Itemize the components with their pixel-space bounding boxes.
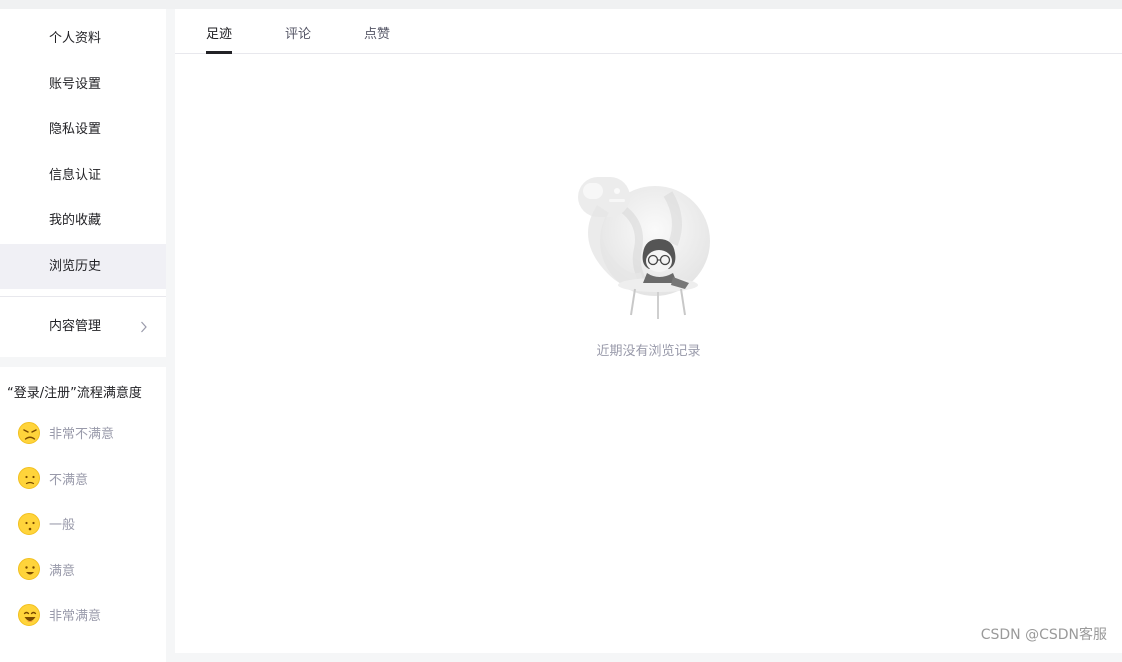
chevron-right-icon — [140, 297, 148, 383]
tab-footprints[interactable]: 足迹 — [206, 23, 232, 42]
empty-state-text: 近期没有浏览记录 — [596, 344, 701, 359]
sidebar-item-content-manage[interactable]: 内容管理 — [0, 297, 166, 357]
survey-title: “登录/注册”流程满意度 — [7, 386, 142, 401]
main-panel: 足迹 评论 点赞 近期没有浏览记录 CSDN @CSDN客服 — [175, 9, 1122, 653]
sidebar-item-privacy-settings[interactable]: 隐私设置 — [0, 107, 166, 153]
smile-face-icon — [18, 558, 40, 581]
top-strip — [0, 0, 1122, 9]
sidebar-item-verification[interactable]: 信息认证 — [0, 153, 166, 199]
sidebar-divider — [0, 289, 166, 297]
empty-state-illustration — [573, 169, 713, 323]
survey-option-very-satisfied[interactable]: 非常满意 — [0, 592, 166, 638]
angry-face-icon — [18, 421, 40, 444]
sidebar-item-browse-history[interactable]: 浏览历史 — [0, 243, 166, 289]
sidebar: 个人资料 账号设置 隐私设置 信息认证 我的收藏 浏览历史 内容管理 “登录/注… — [0, 9, 166, 662]
sidebar-item-label: 内容管理 — [49, 319, 102, 334]
sidebar-nav: 个人资料 账号设置 隐私设置 信息认证 我的收藏 浏览历史 内容管理 — [0, 9, 166, 357]
neutral-face-icon — [18, 512, 40, 535]
survey-option-satisfied[interactable]: 满意 — [0, 547, 166, 593]
sidebar-item-favorites[interactable]: 我的收藏 — [0, 198, 166, 244]
survey-card: “登录/注册”流程满意度 非常不满意 不满意 一般 满意 非常满意 — [0, 367, 166, 662]
sidebar-item-profile[interactable]: 个人资料 — [0, 16, 166, 62]
tab-bar: 足迹 评论 点赞 — [175, 9, 1122, 54]
grin-face-icon — [18, 603, 40, 626]
survey-option-unsatisfied[interactable]: 不满意 — [0, 456, 166, 502]
survey-options: 非常不满意 不满意 一般 满意 非常满意 — [0, 410, 166, 638]
survey-option-very-unsatisfied[interactable]: 非常不满意 — [0, 410, 166, 456]
tab-likes[interactable]: 点赞 — [364, 23, 390, 42]
survey-option-label: 非常满意 — [49, 609, 102, 625]
survey-option-neutral[interactable]: 一般 — [0, 501, 166, 547]
survey-option-label: 非常不满意 — [49, 427, 115, 443]
survey-option-label: 一般 — [49, 518, 76, 534]
tab-active-indicator — [206, 51, 232, 54]
watermark: CSDN @CSDN客服 — [980, 627, 1107, 643]
frown-face-icon — [18, 467, 40, 490]
tab-comments[interactable]: 评论 — [285, 23, 311, 42]
sidebar-item-account-settings[interactable]: 账号设置 — [0, 62, 166, 108]
survey-option-label: 不满意 — [49, 472, 89, 488]
survey-option-label: 满意 — [49, 563, 76, 579]
